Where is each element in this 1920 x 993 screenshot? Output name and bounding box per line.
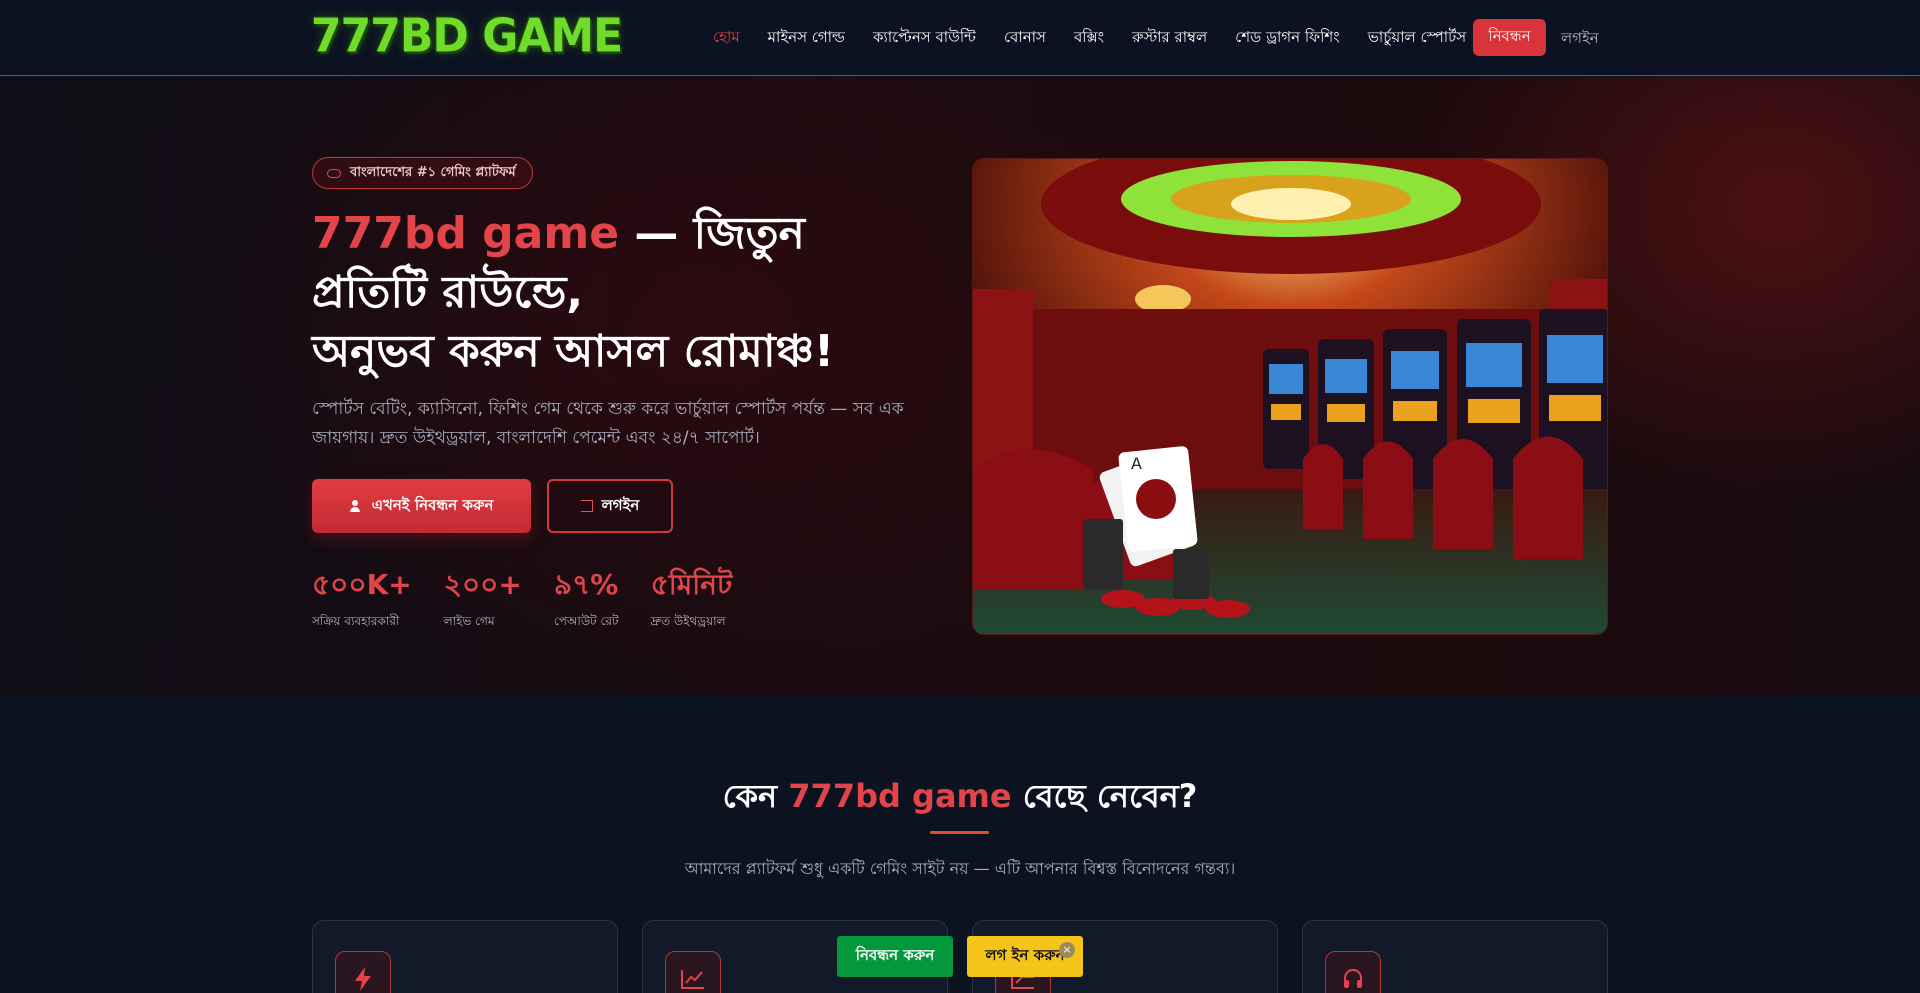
title-divider xyxy=(930,831,989,834)
nav-link-home[interactable]: হোম xyxy=(713,26,740,51)
hero-headline: 777bd game — জিতুন প্রতিটি রাউন্ডে, অনুভ… xyxy=(312,204,932,381)
why-section-subtitle: আমাদের প্ল্যাটফর্ম শুধু একটি গেমিং সাইট … xyxy=(684,859,1236,878)
feature-card xyxy=(1302,920,1608,993)
svg-text:A: A xyxy=(1131,454,1142,473)
stat-users: ৫০০K+ সক্রিয় ব্যবহারকারী xyxy=(312,567,412,633)
close-icon[interactable]: × xyxy=(1059,942,1075,958)
login-icon xyxy=(580,500,593,512)
user-plus-icon xyxy=(349,500,363,512)
hero-register-label: এখনই নিবন্ধন করুন xyxy=(371,495,494,514)
hero-badge: বাংলাদেশের #১ গেমিং প্ল্যাটফর্ম xyxy=(312,157,533,189)
why-section-title: কেন 777bd game বেছে নেবেন? xyxy=(0,771,1920,825)
hero-section: বাংলাদেশের #১ গেমিং প্ল্যাটফর্ম 777bd ga… xyxy=(0,77,1920,695)
stat-label: পেআউট রেট xyxy=(553,614,619,628)
headset-icon xyxy=(1325,951,1381,993)
why-title-prefix: কেন xyxy=(722,777,789,815)
why-title-suffix: বেছে নেবেন? xyxy=(1011,777,1198,815)
nav-link-rooster-rumble[interactable]: রুস্টার রাম্বল xyxy=(1132,26,1207,51)
hero-register-button[interactable]: এখনই নিবন্ধন করুন xyxy=(312,479,531,533)
hero-badge-label: বাংলাদেশের #১ গেমিং প্ল্যাটফর্ম xyxy=(350,164,516,180)
hero-subtitle: স্পোর্টস বেটিং, ক্যাসিনো, ফিশিং গেম থেকে… xyxy=(312,399,904,448)
stat-withdrawal: ৫মিনিট দ্রুত উইথড্রয়াল xyxy=(651,567,733,633)
stat-value: ৫০০K+ xyxy=(312,568,412,601)
nav-link-captains-bounty[interactable]: ক্যাপ্টেনস বাউন্টি xyxy=(873,26,976,51)
stat-live-games: ২০০+ লাইভ গেম xyxy=(444,567,522,633)
hero-stats: ৫০০K+ সক্রিয় ব্যবহারকারী ২০০+ লাইভ গেম … xyxy=(312,567,764,633)
floating-register-button[interactable]: নিবন্ধন করুন xyxy=(837,936,953,977)
why-title-accent: 777bd game xyxy=(788,777,1012,815)
nav-link-virtual-sports[interactable]: ভার্চুয়াল স্পোর্টস xyxy=(1368,26,1466,51)
nav-login-link[interactable]: লগইন xyxy=(1561,27,1599,52)
stat-label: লাইভ গেম xyxy=(443,614,495,628)
nav-link-mines-gold[interactable]: মাইনস গোল্ড xyxy=(768,26,845,51)
nav-link-boxing[interactable]: বক্সিং xyxy=(1074,26,1104,51)
casino-hero-image: A xyxy=(972,158,1608,635)
stat-value: ৫মিনিট xyxy=(650,568,733,601)
brand-logo[interactable]: 777BD GAME xyxy=(311,10,623,64)
nav-link-dragon-fishing[interactable]: শেড ড্রাগন ফিশিং xyxy=(1235,26,1340,51)
hero-login-button[interactable]: লগইন xyxy=(547,479,673,533)
stat-value: ২০০+ xyxy=(443,568,522,601)
stat-label: দ্রুত উইথড্রয়াল xyxy=(650,614,726,628)
top-navbar: 777BD GAME হোম মাইনস গোল্ড ক্যাপ্টেনস বা… xyxy=(0,0,1920,76)
nav-register-button[interactable]: নিবন্ধন xyxy=(1473,19,1546,56)
gamepad-icon xyxy=(327,168,341,178)
hero-headline-accent: 777bd game xyxy=(312,208,620,259)
hero-headline-line2: অনুভব করুন আসল রোমাঞ্চ! xyxy=(312,326,835,377)
stat-value: ৯৭% xyxy=(553,568,619,601)
stat-payout: ৯৭% পেআউট রেট xyxy=(554,567,619,633)
feature-card xyxy=(312,920,618,993)
nav-link-bonus[interactable]: বোনাস xyxy=(1004,26,1046,51)
hero-login-label: লগইন xyxy=(601,495,640,514)
stat-label: সক্রিয় ব্যবহারকারী xyxy=(312,614,400,628)
nav-links: হোম মাইনস গোল্ড ক্যাপ্টেনস বাউন্টি বোনাস… xyxy=(713,0,1494,76)
chart-up-icon xyxy=(665,951,721,993)
lightning-icon xyxy=(335,951,391,993)
